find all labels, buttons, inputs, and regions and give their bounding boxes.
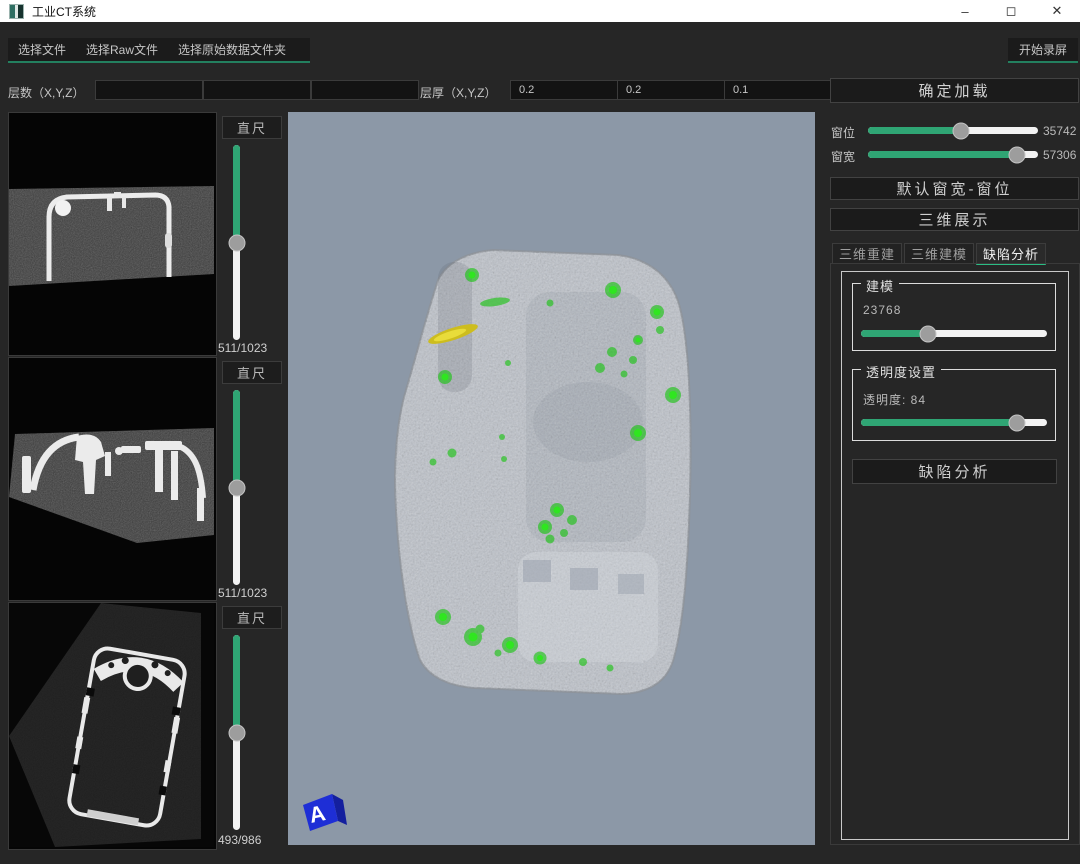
titlebar: 工业CT系统 – ◻ ✕ — [0, 0, 1080, 22]
select-raw-folder-button[interactable]: 选择原始数据文件夹 — [168, 41, 296, 58]
slice-slider-panel-2: 直尺 511/1023 — [218, 357, 284, 599]
thickness-z-input[interactable] — [724, 80, 832, 100]
ruler-button-1[interactable]: 直尺 — [222, 116, 282, 139]
confirm-load-button[interactable]: 确定加载 — [830, 78, 1079, 103]
layers-y-input[interactable] — [203, 80, 311, 100]
slice-index-2: 511/1023 — [218, 586, 284, 600]
window-title: 工业CT系统 — [32, 3, 96, 20]
display-3d-button[interactable]: 三维展示 — [830, 208, 1079, 231]
modeling-slider[interactable] — [861, 330, 1047, 337]
3d-viewport[interactable]: A — [288, 112, 815, 845]
opacity-group-title: 透明度设置 — [861, 362, 941, 381]
modeling-value: 23768 — [863, 303, 901, 317]
scanned-object — [395, 250, 691, 694]
start-recording-button[interactable]: 开始录屏 — [1008, 38, 1078, 63]
maximize-icon[interactable]: ◻ — [988, 0, 1034, 22]
window-level-label: 窗位 — [831, 124, 855, 141]
thickness-x-input[interactable] — [510, 80, 618, 100]
slice-index-3: 493/986 — [218, 833, 284, 847]
opacity-value-label: 透明度: 84 — [863, 391, 926, 408]
slice-view-xy[interactable] — [8, 112, 217, 356]
slice-index-1: 511/1023 — [218, 341, 284, 355]
window-controls: – ◻ ✕ — [942, 0, 1080, 22]
app-icon — [9, 4, 24, 19]
default-window-button[interactable]: 默认窗宽-窗位 — [830, 177, 1079, 200]
ruler-button-3[interactable]: 直尺 — [222, 606, 282, 629]
opacity-slider-handle[interactable] — [1009, 414, 1026, 431]
ruler-button-2[interactable]: 直尺 — [222, 361, 282, 384]
minimize-icon[interactable]: – — [942, 0, 988, 22]
layers-x-input[interactable] — [95, 80, 203, 100]
tab-3d-reconstruction[interactable]: 三维重建 — [832, 243, 902, 264]
slice-slider-2[interactable] — [233, 390, 240, 585]
app-window: 工业CT系统 – ◻ ✕ 选择文件 选择Raw文件 选择原始数据文件夹 开始录屏… — [0, 0, 1080, 864]
slice-view-xz[interactable] — [8, 357, 217, 601]
select-raw-file-button[interactable]: 选择Raw文件 — [76, 41, 168, 58]
run-defect-analysis-button[interactable]: 缺陷分析 — [852, 459, 1057, 484]
slice-slider-handle-3[interactable] — [228, 724, 245, 741]
slice-slider-3[interactable] — [233, 635, 240, 830]
window-width-value: 57306 — [1043, 148, 1076, 162]
window-width-slider[interactable] — [868, 151, 1038, 158]
layers-z-input[interactable] — [311, 80, 419, 100]
file-toolbar: 选择文件 选择Raw文件 选择原始数据文件夹 — [8, 38, 310, 63]
slice-slider-1[interactable] — [233, 145, 240, 340]
modeling-group: 建模 — [852, 283, 1056, 351]
tab-defect-analysis[interactable]: 缺陷分析 — [976, 243, 1046, 265]
tab-3d-modeling[interactable]: 三维建模 — [904, 243, 974, 264]
defect-analysis-panel — [841, 271, 1069, 840]
close-icon[interactable]: ✕ — [1034, 0, 1080, 22]
slice-slider-panel-3: 直尺 493/986 — [218, 602, 284, 848]
slice-slider-handle-2[interactable] — [228, 479, 245, 496]
analysis-tabs: 三维重建 三维建模 缺陷分析 — [832, 243, 1046, 265]
window-level-slider[interactable] — [868, 127, 1038, 134]
modeling-group-title: 建模 — [861, 276, 899, 295]
opacity-slider[interactable] — [861, 419, 1047, 426]
layers-label: 层数（X,Y,Z） — [8, 84, 84, 101]
slice-view-yz[interactable] — [8, 602, 217, 850]
select-file-button[interactable]: 选择文件 — [8, 41, 76, 58]
modeling-slider-handle[interactable] — [919, 325, 936, 342]
window-width-label: 窗宽 — [831, 148, 855, 165]
window-level-value: 35742 — [1043, 124, 1076, 138]
thickness-y-input[interactable] — [617, 80, 725, 100]
slice-slider-handle-1[interactable] — [228, 234, 245, 251]
window-width-handle[interactable] — [1008, 146, 1025, 163]
window-level-handle[interactable] — [952, 122, 969, 139]
slice-slider-panel-1: 直尺 511/1023 — [218, 112, 284, 354]
thickness-label: 层厚（X,Y,Z） — [420, 84, 496, 101]
